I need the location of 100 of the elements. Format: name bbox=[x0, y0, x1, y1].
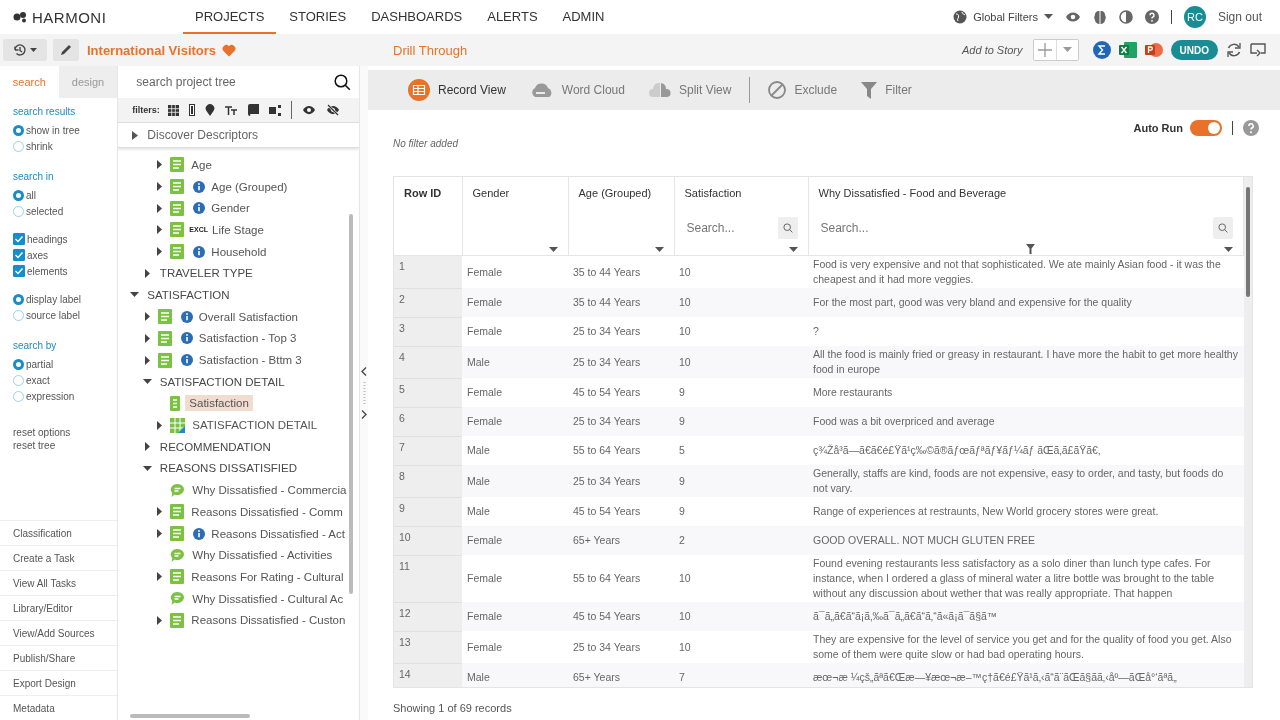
caret-icon[interactable] bbox=[155, 160, 165, 170]
radio-button[interactable] bbox=[13, 358, 24, 370]
radio-button[interactable] bbox=[13, 293, 24, 305]
info-icon[interactable] bbox=[180, 332, 193, 345]
checkbox[interactable] bbox=[13, 265, 25, 277]
scrollbar[interactable] bbox=[130, 714, 251, 718]
tree-item[interactable]: Why Dissatisfied - Activities bbox=[190, 549, 335, 562]
menu-item[interactable]: View/Add Sources bbox=[0, 620, 118, 645]
tree-item[interactable]: Age (Grouped) bbox=[209, 180, 290, 193]
caret-icon[interactable] bbox=[130, 290, 140, 300]
caret-icon[interactable] bbox=[142, 312, 152, 322]
reset-link[interactable]: reset options bbox=[13, 427, 105, 438]
search-field[interactable]: search project tree bbox=[134, 74, 335, 90]
nav-tab[interactable]: ALERTS bbox=[475, 0, 550, 34]
search-field[interactable]: Search... bbox=[684, 220, 778, 236]
tree-item[interactable]: Satisfaction - Bttm 3 bbox=[196, 354, 304, 367]
user-avatar[interactable]: RC bbox=[1183, 6, 1206, 28]
undo-button[interactable]: UNDO bbox=[1170, 40, 1218, 60]
nav-tab[interactable]: ADMIN bbox=[550, 0, 617, 34]
hidden-icon[interactable] bbox=[325, 104, 340, 116]
presentation-icon[interactable] bbox=[1144, 41, 1163, 59]
text-size-icon[interactable] bbox=[224, 104, 238, 116]
view-tab[interactable]: Word Cloud bbox=[521, 82, 633, 98]
refresh-icon[interactable] bbox=[1226, 42, 1242, 58]
help-icon[interactable] bbox=[1144, 10, 1159, 24]
grid-icon[interactable] bbox=[167, 104, 179, 116]
caret-icon[interactable] bbox=[155, 420, 165, 430]
edit-button[interactable] bbox=[53, 39, 79, 61]
checkbox[interactable] bbox=[13, 233, 25, 245]
tree-item[interactable]: Reasons Dissatisfied - Comm bbox=[189, 505, 345, 518]
drag-handle-icon[interactable] bbox=[362, 382, 366, 404]
window-icon[interactable] bbox=[1250, 42, 1266, 58]
radio-button[interactable] bbox=[13, 189, 24, 201]
tree-item[interactable]: Age bbox=[189, 158, 214, 171]
caret-icon[interactable] bbox=[155, 225, 165, 235]
caret-icon[interactable] bbox=[142, 442, 152, 452]
tree-item[interactable]: Life Stage bbox=[210, 223, 266, 236]
dropdown-button[interactable] bbox=[1055, 40, 1078, 60]
info-icon[interactable] bbox=[193, 180, 206, 193]
tree-item[interactable]: SATISFACTION DETAIL bbox=[157, 375, 287, 388]
info-icon[interactable] bbox=[180, 354, 193, 367]
tree-item[interactable]: TRAVELER TYPE bbox=[157, 267, 255, 280]
contrast-icon[interactable] bbox=[1118, 10, 1133, 24]
sigma-icon[interactable] bbox=[1092, 41, 1111, 59]
caret-icon[interactable] bbox=[142, 333, 152, 343]
sort-caret-icon[interactable] bbox=[1224, 246, 1233, 252]
history-button[interactable] bbox=[3, 39, 47, 61]
caret-icon[interactable] bbox=[155, 247, 165, 257]
caret-icon[interactable] bbox=[155, 182, 165, 192]
caret-icon[interactable] bbox=[155, 615, 165, 625]
reset-link[interactable]: reset tree bbox=[13, 440, 105, 451]
caret-icon[interactable] bbox=[142, 355, 152, 365]
view-tab[interactable]: Exclude bbox=[760, 81, 846, 99]
eye-icon[interactable] bbox=[301, 105, 316, 115]
tree-item[interactable]: Overall Satisfaction bbox=[196, 310, 300, 323]
tree-item[interactable]: SATISFACTION DETAIL bbox=[190, 419, 320, 432]
sort-caret-icon[interactable] bbox=[548, 246, 558, 252]
info-icon[interactable] bbox=[193, 202, 206, 215]
search-icon[interactable] bbox=[334, 73, 352, 91]
caret-icon[interactable] bbox=[155, 507, 165, 517]
caret-icon[interactable] bbox=[155, 203, 165, 213]
menu-item[interactable]: Classification bbox=[0, 520, 118, 545]
tree-item[interactable]: Reasons Dissatisfied - Act bbox=[209, 527, 347, 540]
sort-caret-icon[interactable] bbox=[788, 246, 798, 252]
menu-item[interactable]: Create a Task bbox=[0, 545, 118, 570]
tree-item[interactable]: Reasons Dissatisfied - Custon bbox=[189, 614, 348, 627]
tree-item[interactable]: Why Dissatisfied - Cultural Ac bbox=[190, 592, 346, 605]
scrollbar[interactable] bbox=[349, 214, 354, 594]
expand-right-icon[interactable] bbox=[361, 410, 367, 419]
brain-icon[interactable] bbox=[1092, 9, 1107, 25]
search-button[interactable] bbox=[777, 217, 798, 239]
collapse-left-icon[interactable] bbox=[361, 367, 367, 376]
info-icon[interactable] bbox=[193, 245, 206, 258]
tree-item[interactable]: Why Dissatisfied - Commercia bbox=[190, 484, 349, 497]
heart-icon[interactable] bbox=[222, 43, 237, 57]
tree-item[interactable]: Gender bbox=[209, 202, 252, 215]
caret-icon[interactable] bbox=[132, 130, 140, 140]
caret-icon[interactable] bbox=[142, 268, 152, 278]
info-icon[interactable] bbox=[193, 527, 206, 540]
tree-item[interactable]: Reasons For Rating - Cultural bbox=[189, 570, 346, 583]
pin-icon[interactable] bbox=[204, 104, 215, 116]
caret-icon[interactable] bbox=[142, 463, 152, 473]
tree-item[interactable]: Satisfaction - Top 3 bbox=[196, 332, 299, 345]
spreadsheet-icon[interactable] bbox=[1118, 41, 1137, 59]
tree-item[interactable]: SATISFACTION bbox=[145, 288, 232, 301]
caret-icon[interactable] bbox=[155, 529, 165, 539]
global-filters-button[interactable]: Global Filters bbox=[953, 10, 1053, 24]
menu-item[interactable]: Publish/Share bbox=[0, 645, 118, 670]
nav-tab[interactable]: DASHBOARDS bbox=[359, 0, 475, 34]
auto-run-toggle[interactable] bbox=[1190, 120, 1222, 136]
info-icon[interactable] bbox=[180, 310, 193, 323]
tree-item[interactable]: RECOMMENDATION bbox=[157, 440, 273, 453]
eye-icon[interactable] bbox=[1064, 11, 1081, 23]
radio-button[interactable] bbox=[13, 124, 24, 136]
help-icon[interactable] bbox=[1243, 120, 1259, 136]
scrollbar[interactable] bbox=[1244, 177, 1252, 687]
nav-tab[interactable]: STORIES bbox=[277, 0, 359, 34]
tree-item[interactable]: Household bbox=[209, 245, 269, 258]
caret-icon[interactable] bbox=[155, 572, 165, 582]
tree-item[interactable]: Discover Descriptors bbox=[147, 128, 259, 142]
